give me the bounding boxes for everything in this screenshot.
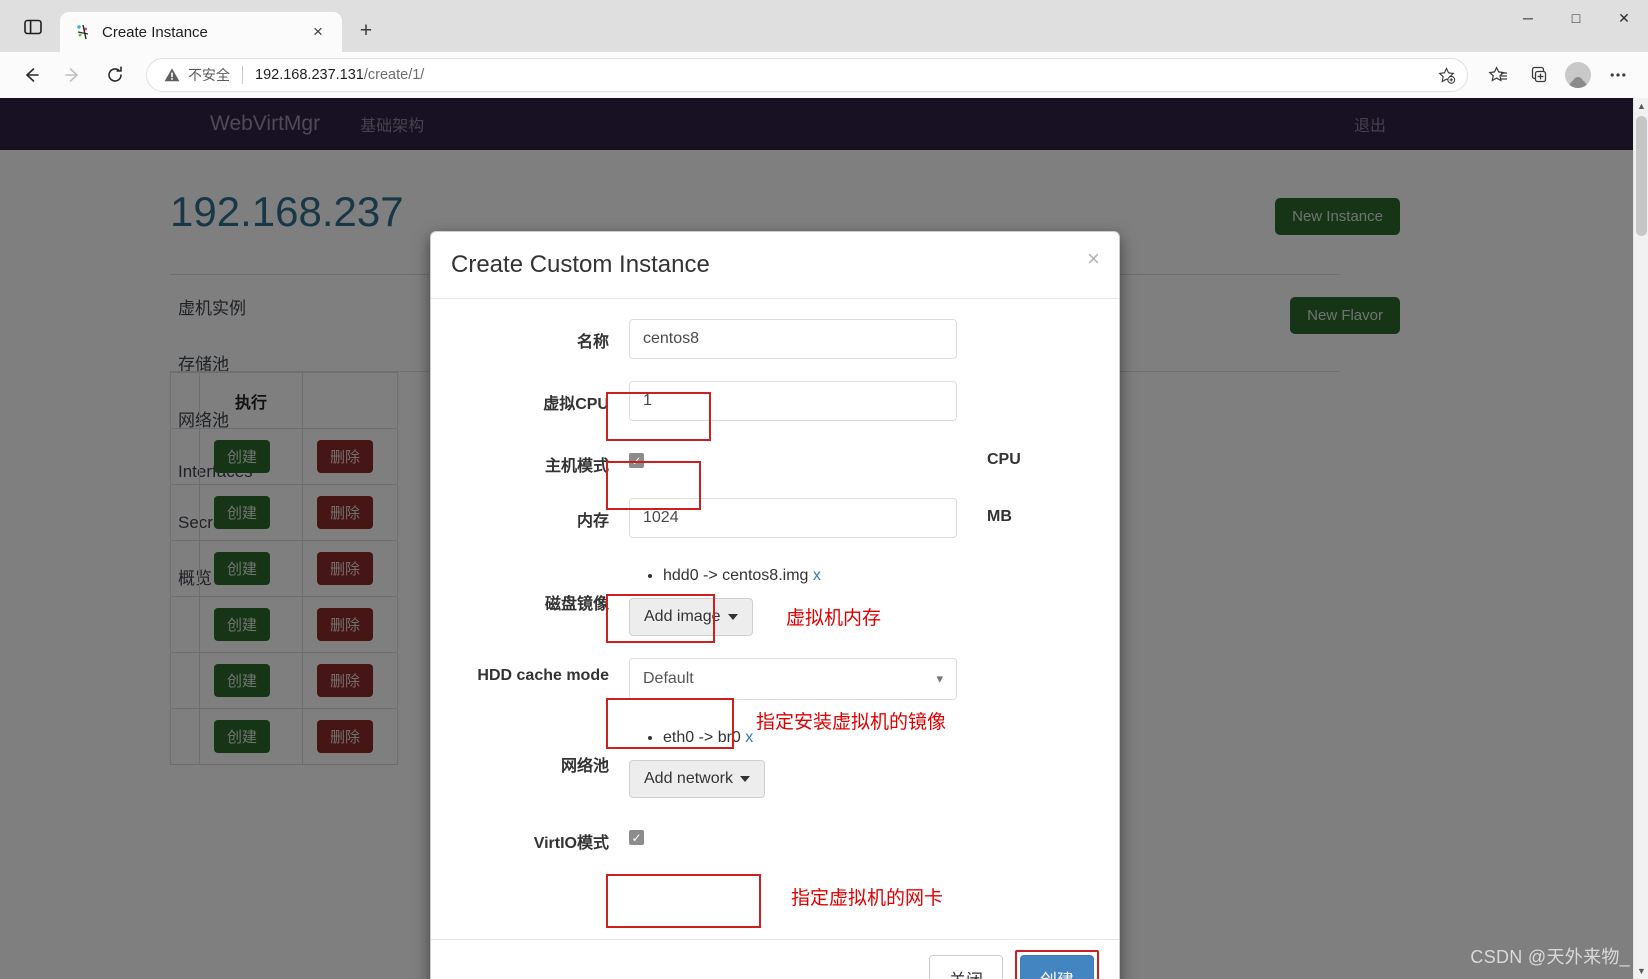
- memory-input[interactable]: 1024: [629, 498, 957, 538]
- close-icon[interactable]: ×: [1087, 248, 1100, 270]
- webvirtmgr-page: WebVirtMgr 基础架构 退出 192.168.237 虚机实例 存储池 …: [0, 98, 1648, 979]
- close-window-button[interactable]: ✕: [1600, 0, 1648, 36]
- new-tab-button[interactable]: +: [352, 17, 380, 45]
- warning-icon: [164, 68, 180, 82]
- form-row-memory: 内存 1024 MB: [445, 498, 1105, 538]
- label-vcpu: 虚拟CPU: [543, 396, 609, 413]
- form-row-virtio: VirtIO模式 ✓: [445, 820, 1105, 853]
- network-text: eth0 -> br0: [663, 729, 741, 746]
- browser-titlebar: Create Instance × + ─ □ ✕: [0, 0, 1648, 52]
- watermark: CSDN @天外来物_: [1470, 947, 1630, 967]
- control-host-model: ✓ CPU: [629, 443, 1105, 470]
- tab-title: Create Instance: [102, 23, 208, 41]
- close-button[interactable]: 关闭: [929, 955, 1003, 979]
- back-button[interactable]: [12, 58, 50, 92]
- add-image-label: Add image: [644, 608, 721, 625]
- tab-list-icon[interactable]: [12, 8, 54, 46]
- control-name: centos8: [629, 319, 1105, 359]
- remove-network-link[interactable]: x: [745, 729, 753, 746]
- tab-strip: Create Instance × +: [0, 0, 380, 52]
- scroll-down-icon[interactable]: ▼: [1634, 963, 1648, 979]
- host-model-checkbox[interactable]: ✓: [629, 453, 644, 468]
- maximize-button[interactable]: □: [1552, 0, 1600, 36]
- omnibox-divider: [242, 66, 243, 84]
- favorites-icon[interactable]: [1480, 58, 1516, 92]
- virtio-checkbox[interactable]: ✓: [629, 830, 644, 845]
- control-vcpu: 1: [629, 381, 1105, 421]
- add-favorite-icon[interactable]: [1431, 60, 1461, 90]
- page-viewport: WebVirtMgr 基础架构 退出 192.168.237 虚机实例 存储池 …: [0, 98, 1648, 979]
- disk-image-text: hdd0 -> centos8.img: [663, 567, 809, 584]
- modal-title: Create Custom Instance: [451, 251, 710, 278]
- page-scrollbar[interactable]: ▲ ▼: [1633, 98, 1648, 979]
- label-memory: 内存: [576, 513, 609, 530]
- label-hdd-cache: HDD cache mode: [477, 667, 609, 684]
- scroll-up-icon[interactable]: ▲: [1634, 98, 1648, 114]
- caret-down-icon: [727, 614, 738, 620]
- name-input[interactable]: centos8: [629, 319, 957, 359]
- add-network-button[interactable]: Add network: [629, 760, 765, 798]
- annotation-memory: 虚拟机内存: [786, 608, 882, 629]
- modal-header: Create Custom Instance ×: [431, 232, 1119, 299]
- scrollbar-thumb[interactable]: [1636, 116, 1647, 236]
- control-hdd-cache: Default ▾: [629, 658, 1105, 700]
- modal-body: 名称 centos8 虚拟CPU 1 主机模式 ✓ CPU 内存 1024 MB…: [431, 299, 1119, 939]
- hdd-cache-value: Default: [643, 670, 694, 687]
- add-image-button[interactable]: Add image: [629, 598, 753, 636]
- add-network-label: Add network: [644, 770, 733, 787]
- create-submit-button[interactable]: 创建: [1020, 955, 1094, 979]
- form-row-vcpu: 虚拟CPU 1: [445, 381, 1105, 421]
- settings-and-more-icon[interactable]: [1600, 58, 1636, 92]
- form-row-host-model: 主机模式 ✓ CPU: [445, 443, 1105, 476]
- label-disk-image: 磁盘镜像: [544, 596, 609, 613]
- browser-window: Create Instance × + ─ □ ✕ 不安全 192.168.23…: [0, 0, 1648, 979]
- address-bar[interactable]: 不安全 192.168.237.131/create/1/: [146, 58, 1468, 92]
- highlight-add-network-button: [606, 874, 761, 928]
- hdd-cache-select[interactable]: Default ▾: [629, 658, 957, 700]
- modal-footer: 关闭 创建: [431, 939, 1119, 979]
- control-virtio: ✓: [629, 820, 1105, 847]
- label-virtio: VirtIO模式: [533, 835, 609, 852]
- host-model-unit: CPU: [987, 451, 1021, 468]
- label-host-model: 主机模式: [544, 458, 609, 475]
- label-name: 名称: [576, 334, 609, 351]
- form-row-name: 名称 centos8: [445, 319, 1105, 359]
- not-secure-label: 不安全: [188, 67, 230, 83]
- favicon-icon: [74, 23, 92, 41]
- browser-tab[interactable]: Create Instance ×: [60, 12, 342, 52]
- tab-close-icon[interactable]: ×: [304, 18, 332, 46]
- minimize-button[interactable]: ─: [1504, 0, 1552, 36]
- url-host: 192.168.237.131: [255, 67, 364, 83]
- memory-unit: MB: [987, 508, 1012, 525]
- label-network: 网络池: [560, 758, 609, 775]
- list-item: hdd0 -> centos8.img x: [663, 564, 1105, 588]
- form-row-disk-image: 磁盘镜像 hdd0 -> centos8.img x Add image: [445, 560, 1105, 636]
- annotation-disk-image: 指定安装虚拟机的镜像: [756, 712, 947, 733]
- control-memory: 1024 MB: [629, 498, 1105, 538]
- profile-icon[interactable]: [1560, 58, 1596, 92]
- url-path: /create/1/: [363, 67, 425, 83]
- vcpu-input[interactable]: 1: [629, 381, 957, 421]
- reload-button[interactable]: [96, 58, 134, 92]
- browser-toolbar: 不安全 192.168.237.131/create/1/: [0, 52, 1648, 98]
- collections-icon[interactable]: [1520, 58, 1556, 92]
- caret-down-icon: [739, 776, 750, 782]
- form-row-hdd-cache: HDD cache mode Default ▾: [445, 658, 1105, 700]
- not-secure-indicator[interactable]: 不安全: [163, 65, 230, 85]
- chevron-down-icon: ▾: [936, 671, 943, 686]
- forward-button[interactable]: [54, 58, 92, 92]
- create-instance-modal: Create Custom Instance × 名称 centos8 虚拟CP…: [430, 231, 1120, 979]
- url-text: 192.168.237.131/create/1/: [255, 67, 424, 83]
- disk-image-list: hdd0 -> centos8.img x: [663, 564, 1105, 588]
- window-controls: ─ □ ✕: [1504, 0, 1648, 52]
- annotation-network: 指定虚拟机的网卡: [791, 888, 944, 909]
- remove-disk-image-link[interactable]: x: [813, 567, 821, 584]
- highlight-create-button: 创建: [1015, 950, 1099, 979]
